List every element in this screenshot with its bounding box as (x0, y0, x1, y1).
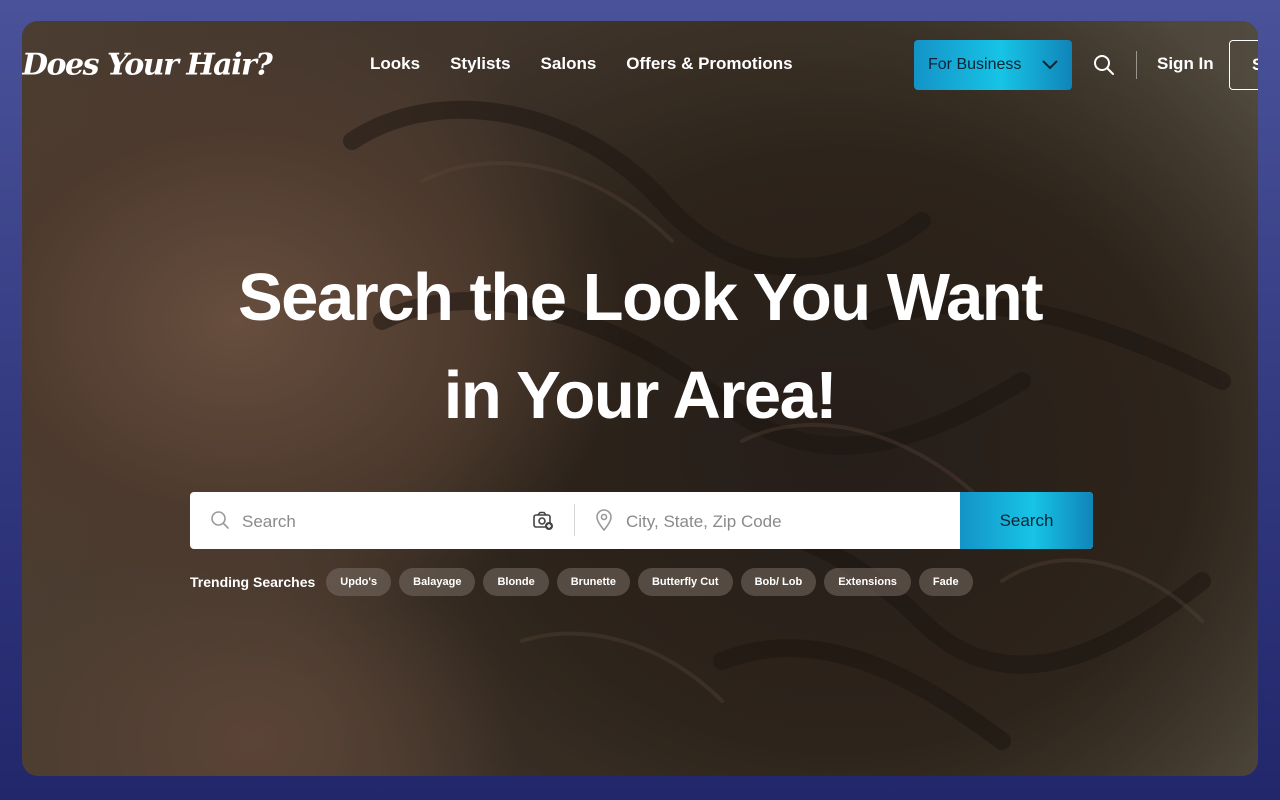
search-icon (210, 510, 230, 530)
for-business-label: For Business (928, 56, 1022, 73)
location-input[interactable] (624, 492, 958, 549)
search-icon[interactable] (1092, 53, 1116, 77)
sign-in-link[interactable]: Sign In (1157, 54, 1214, 74)
hero-heading-line-2: in Your Area! (443, 358, 838, 433)
trending-chip-updos[interactable]: Updo's (326, 568, 392, 596)
trending-chip-butterfly-cut[interactable]: Butterfly Cut (637, 568, 733, 596)
hero-heading-line-1: Search the Look You Want (237, 260, 1044, 335)
for-business-dropdown[interactable]: For Business (914, 40, 1072, 90)
trending-searches: Trending Searches Updo's Balayage Blonde… (190, 568, 973, 596)
trending-searches-label: Trending Searches (190, 574, 316, 590)
trending-chip-brunette[interactable]: Brunette (556, 568, 630, 596)
nav-link-stylists[interactable]: Stylists (450, 54, 510, 74)
search-button[interactable]: Search (960, 492, 1093, 549)
trending-chip-extensions[interactable]: Extensions (824, 568, 911, 596)
map-pin-icon (594, 509, 614, 532)
nav-link-looks[interactable]: Looks (370, 54, 420, 74)
hero-heading: Search the Look You Want in Your Area! (22, 249, 1258, 445)
trending-chip-balayage[interactable]: Balayage (399, 568, 476, 596)
site-logo[interactable]: Does Your Hair? (22, 48, 273, 83)
nav-divider (1136, 51, 1137, 79)
sign-up-button[interactable]: S (1229, 40, 1258, 90)
chevron-down-icon (1042, 60, 1058, 70)
browser-viewport: Does Your Hair? Looks Stylists Salons Of… (22, 21, 1258, 776)
trending-chip-bob-lob[interactable]: Bob/ Lob (740, 568, 817, 596)
nav-links: Looks Stylists Salons Offers & Promotion… (370, 54, 793, 74)
search-input[interactable] (240, 492, 524, 549)
nav-link-salons[interactable]: Salons (541, 54, 597, 74)
nav-link-offers[interactable]: Offers & Promotions (626, 54, 792, 74)
trending-chip-blonde[interactable]: Blonde (483, 568, 549, 596)
search-divider (574, 504, 575, 536)
search-bar: Search (190, 492, 1093, 549)
camera-icon[interactable] (532, 510, 554, 532)
trending-chip-fade[interactable]: Fade (918, 568, 973, 596)
top-navigation: Does Your Hair? Looks Stylists Salons Of… (22, 21, 1258, 111)
